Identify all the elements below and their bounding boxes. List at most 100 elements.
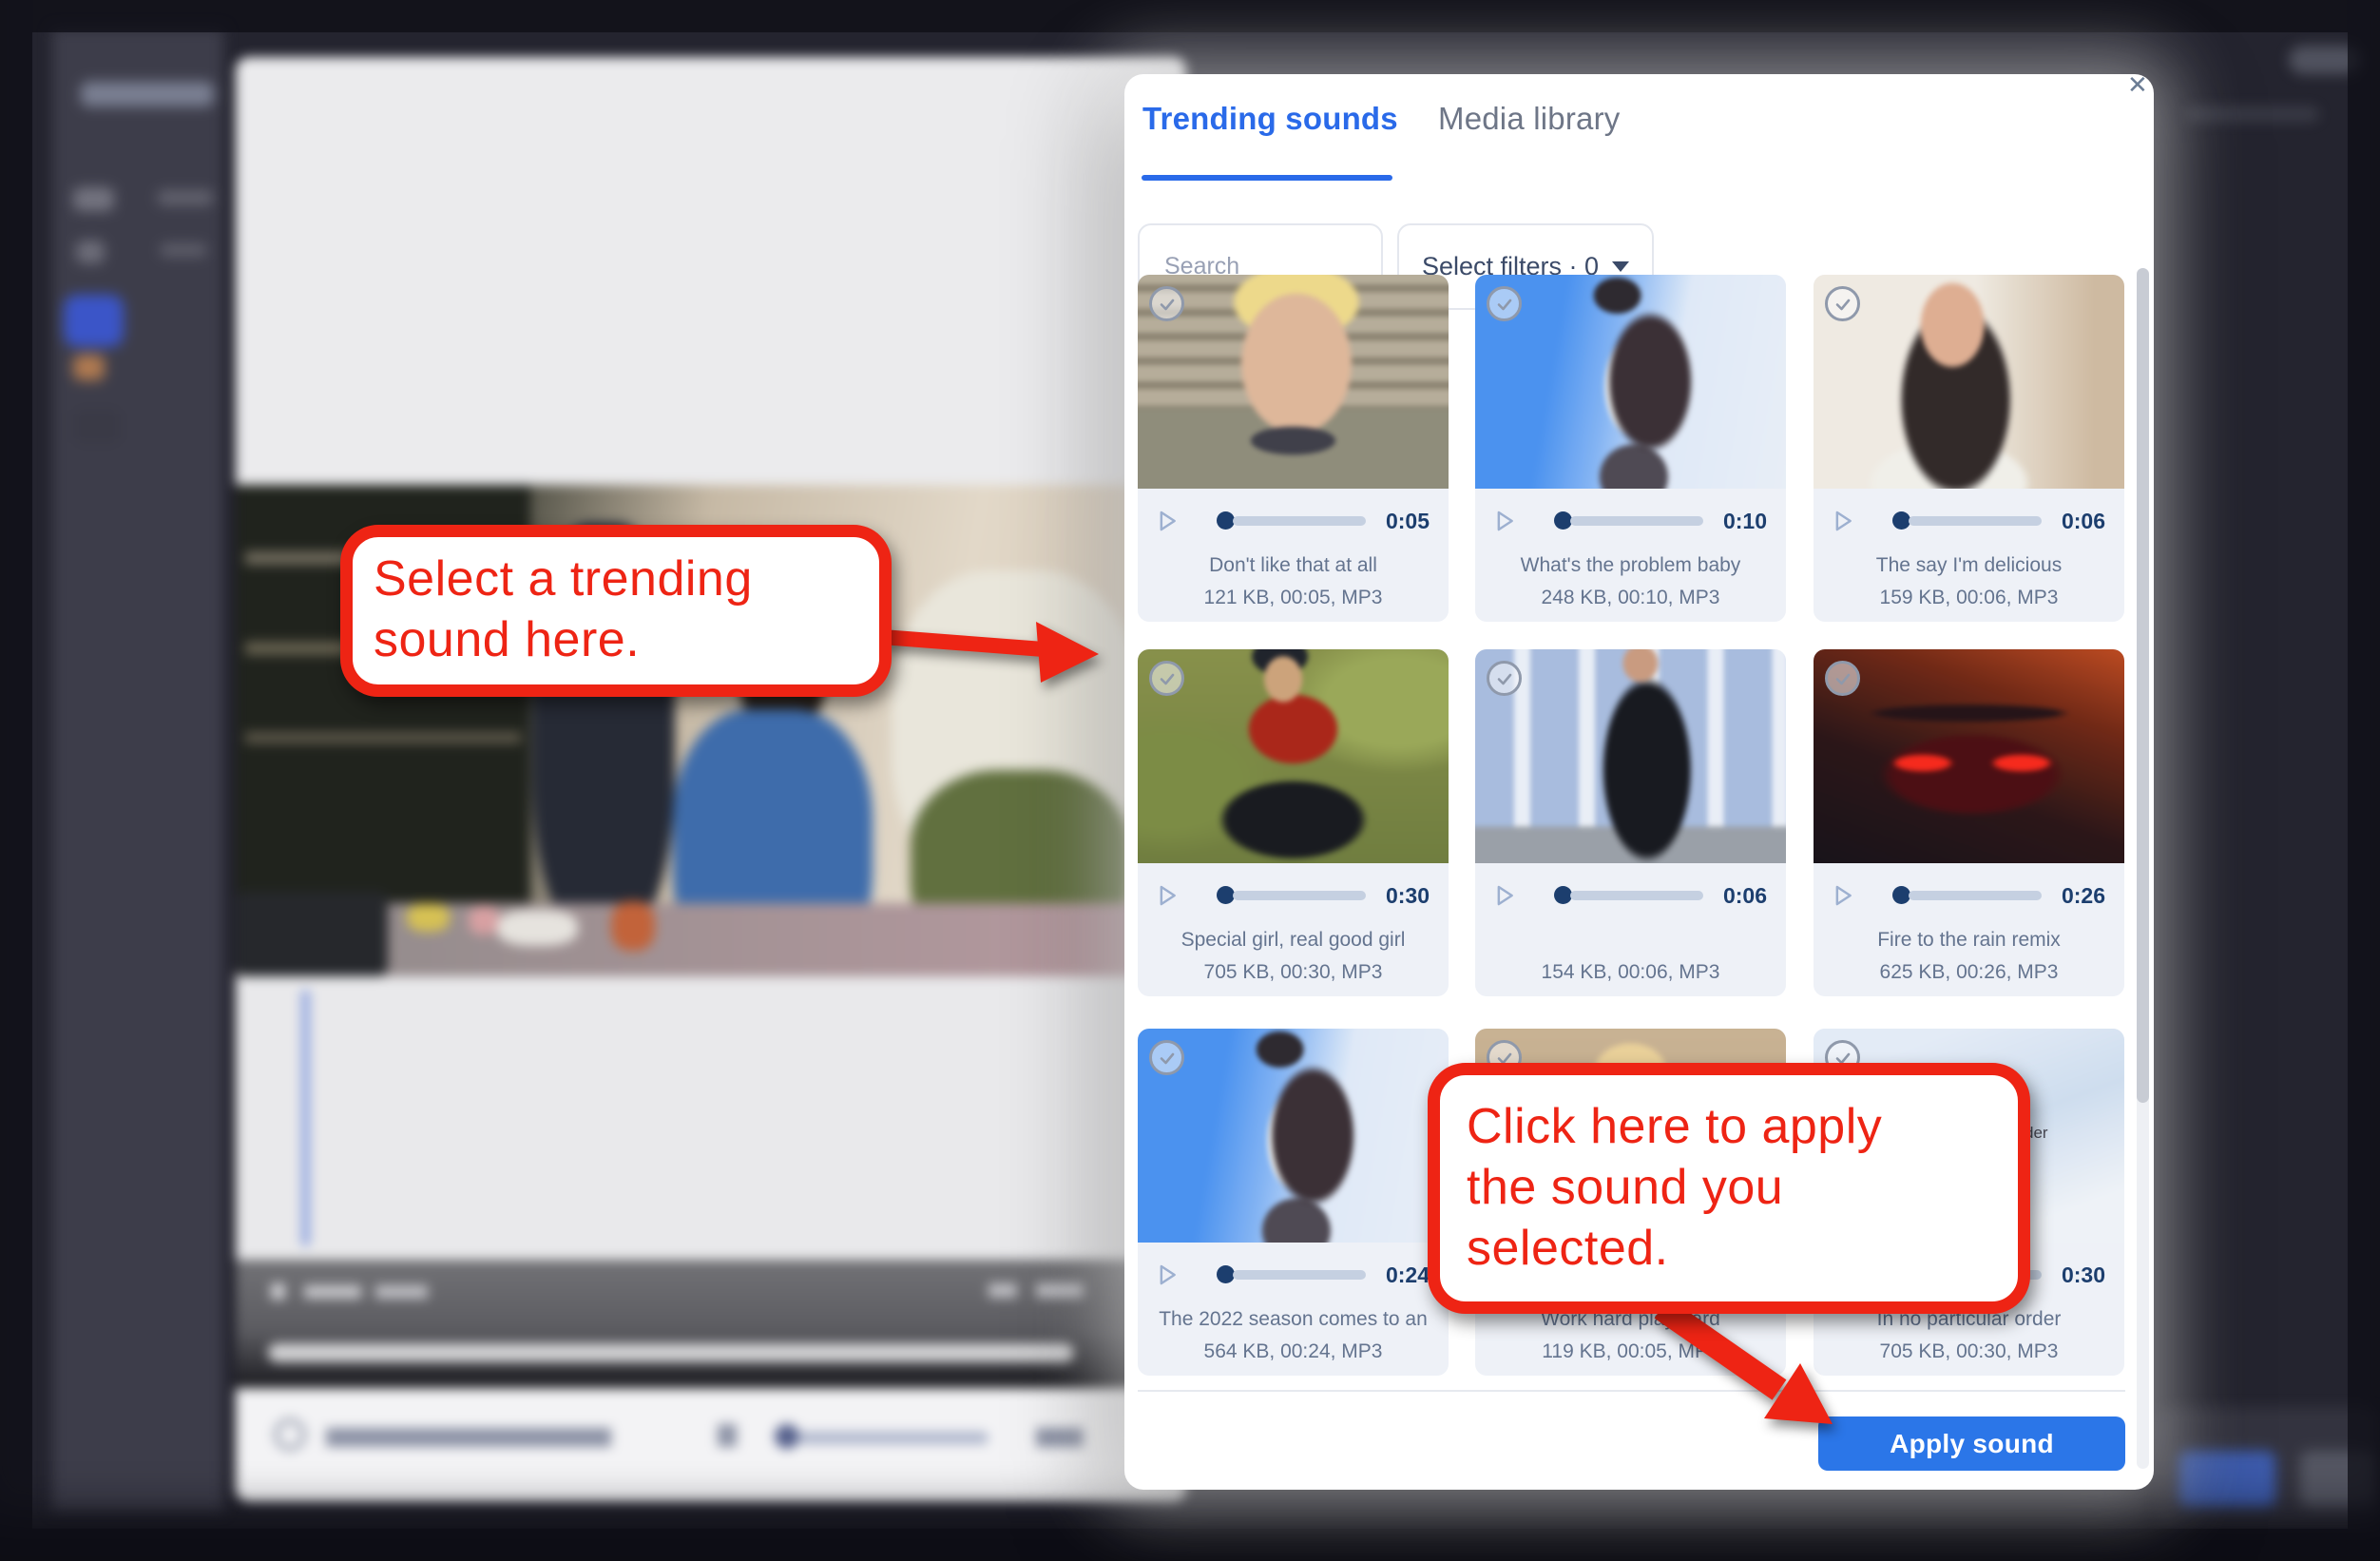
- progress-track[interactable]: [1233, 1270, 1366, 1280]
- annotation-callout-apply: Click here to apply the sound you select…: [1428, 1063, 2030, 1314]
- play-icon[interactable]: [1159, 1263, 1177, 1286]
- sidebar-icon-blob: [73, 409, 121, 444]
- screen: Trending sounds Media library ✕ Select f…: [0, 0, 2380, 1561]
- player-row: 0:05: [1138, 507, 1449, 535]
- duration-label: 0:06: [2062, 509, 2105, 534]
- chevron-down-icon: [1612, 261, 1629, 272]
- annotation-arrow-1: [874, 589, 1112, 703]
- player-row: 0:10: [1475, 507, 1786, 535]
- keyboard-blob: [497, 910, 578, 946]
- duration-label: 0:24: [1386, 1262, 1430, 1288]
- sound-card[interactable]: 0:10 What's the problem baby 248 KB, 00:…: [1475, 275, 1786, 622]
- checkmark-icon[interactable]: [1149, 1040, 1184, 1075]
- sound-title: Don't like that at all: [1138, 554, 1449, 577]
- play-icon[interactable]: [1834, 510, 1852, 532]
- seek-bar[interactable]: [268, 1343, 1074, 1362]
- tab-media-library[interactable]: Media library: [1438, 101, 1621, 137]
- player-row: 0:06: [1814, 507, 2124, 535]
- modal-mid-section: [236, 976, 1186, 1260]
- footer-button-blob: [2300, 1451, 2376, 1508]
- progress-track[interactable]: [1570, 516, 1703, 526]
- sidebar-icon-blob: [73, 187, 114, 211]
- checkmark-icon[interactable]: [1149, 286, 1184, 321]
- duration-label: 0:10: [1723, 509, 1767, 534]
- play-blob: [271, 1283, 285, 1300]
- thumbnail-clip: [1138, 275, 1449, 489]
- play-icon[interactable]: [1159, 884, 1177, 907]
- video-controls-bar: [236, 1260, 1186, 1388]
- sound-title: Special girl, real good girl: [1138, 929, 1449, 952]
- time-label-blob: [1036, 1428, 1084, 1447]
- sound-thumbnail[interactable]: [1814, 649, 2124, 863]
- checkmark-icon[interactable]: [1149, 661, 1184, 696]
- progress-track[interactable]: [1233, 891, 1366, 900]
- play-icon[interactable]: [1159, 510, 1177, 532]
- checkmark-icon[interactable]: [1487, 661, 1522, 696]
- progress-track[interactable]: [1233, 516, 1366, 526]
- sound-card[interactable]: 0:06 154 KB, 00:06, MP3: [1475, 649, 1786, 996]
- progress-track[interactable]: [1909, 891, 2042, 900]
- radio-ring[interactable]: [274, 1418, 306, 1451]
- modal-top-section: [236, 57, 1186, 485]
- app-title-blob: [81, 82, 214, 106]
- play-icon[interactable]: [1496, 884, 1514, 907]
- sidebar-label-blob: [157, 190, 214, 205]
- sound-title: The 2022 season comes to an: [1138, 1308, 1449, 1331]
- player-row: 0:26: [1814, 881, 2124, 910]
- slider-track-blob[interactable]: [798, 1432, 988, 1444]
- control-blob: [1036, 1283, 1084, 1298]
- tab-trending-sounds[interactable]: Trending sounds: [1142, 101, 1398, 137]
- play-icon[interactable]: [1834, 884, 1852, 907]
- sound-thumbnail[interactable]: [1814, 275, 2124, 489]
- scrollbar-thumb[interactable]: [2137, 268, 2149, 1103]
- checkmark-icon[interactable]: [1487, 286, 1522, 321]
- player-row: 0:24: [1138, 1261, 1449, 1289]
- sound-card[interactable]: 0:30 Special girl, real good girl 705 KB…: [1138, 649, 1449, 996]
- sound-title: What's the problem baby: [1475, 554, 1786, 577]
- duration-label: 0:30: [2062, 1262, 2105, 1288]
- sound-meta: 625 KB, 00:26, MP3: [1814, 961, 2124, 984]
- sound-thumbnail[interactable]: [1138, 1029, 1449, 1243]
- original-sound-row: [236, 1393, 1186, 1502]
- sound-meta: 705 KB, 00:30, MP3: [1138, 961, 1449, 984]
- header-pill-blob: [2289, 46, 2361, 74]
- sound-thumbnail[interactable]: [1138, 649, 1449, 863]
- progress-track[interactable]: [1909, 516, 2042, 526]
- sound-card[interactable]: 0:06 The say I'm delicious 159 KB, 00:06…: [1814, 275, 2124, 622]
- play-blob[interactable]: [718, 1424, 737, 1447]
- sound-meta: 248 KB, 00:10, MP3: [1475, 587, 1786, 609]
- sidebar-icon-blob: [76, 241, 105, 263]
- sidebar-icon-blob: [73, 355, 105, 380]
- sound-meta: 154 KB, 00:06, MP3: [1475, 961, 1786, 984]
- player-row: 0:30: [1138, 881, 1449, 910]
- original-sound-label-blob: [326, 1428, 611, 1447]
- blurred-modal: [236, 57, 1186, 1502]
- footer-button-blob: [2178, 1451, 2275, 1508]
- slider-dot-blob[interactable]: [775, 1424, 799, 1449]
- active-tab-underline: [1142, 175, 1392, 181]
- close-icon[interactable]: ✕: [2127, 70, 2148, 100]
- pink-item-blob: [469, 906, 499, 935]
- progress-track[interactable]: [1570, 891, 1703, 900]
- play-icon[interactable]: [1496, 510, 1514, 532]
- caret-line-blob: [302, 991, 309, 1245]
- sidebar-active-icon-blob: [64, 295, 124, 347]
- sound-thumbnail[interactable]: [1475, 649, 1786, 863]
- duration-label: 0:30: [1386, 883, 1430, 909]
- control-blob: [988, 1283, 1017, 1298]
- sound-card[interactable]: 0:05 Don't like that at all 121 KB, 00:0…: [1138, 275, 1449, 622]
- sound-card[interactable]: 0:26 Fire to the rain remix 625 KB, 00:2…: [1814, 649, 2124, 996]
- sound-meta: 564 KB, 00:24, MP3: [1138, 1340, 1449, 1363]
- checkmark-icon[interactable]: [1825, 286, 1860, 321]
- thumbnail-clip: [1814, 649, 2124, 863]
- annotation-callout-select: Select a trending sound here.: [340, 525, 892, 697]
- sound-thumbnail[interactable]: [1475, 275, 1786, 489]
- laptop-blob: [236, 892, 388, 976]
- duration-label: 0:06: [1723, 883, 1767, 909]
- sound-card[interactable]: 0:24 The 2022 season comes to an 564 KB,…: [1138, 1029, 1449, 1376]
- sound-thumbnail[interactable]: [1138, 275, 1449, 489]
- annotation-arrow-2: [1606, 1302, 1872, 1440]
- time-blob: [304, 1285, 361, 1299]
- sound-meta: 121 KB, 00:05, MP3: [1138, 587, 1449, 609]
- checkmark-icon[interactable]: [1825, 661, 1860, 696]
